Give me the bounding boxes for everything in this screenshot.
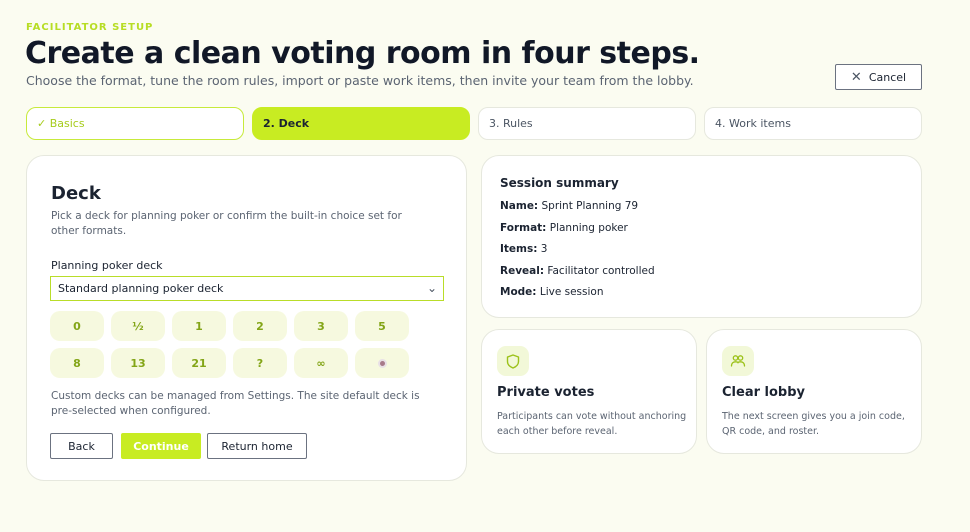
feature-description: Participants can vote without anchoring … [497,411,687,437]
return-home-button[interactable]: Return home [207,433,307,459]
users-icon [722,346,754,376]
eyebrow-label: FACILITATOR SETUP [26,22,154,33]
shield-icon [497,346,529,376]
summary-row-mode: Mode: Live session [500,286,604,298]
step-deck[interactable]: 2. Deck [252,107,470,140]
custom-deck-note: Custom decks can be managed from Setting… [51,390,420,417]
deck-card-13[interactable]: 13 [111,348,165,378]
page-subtitle: Choose the format, tune the room rules, … [26,73,694,88]
summary-row-items: Items: 3 [500,243,547,255]
deck-select[interactable]: Standard planning poker deck ⌄ [50,276,444,301]
deck-card-21[interactable]: 21 [172,348,226,378]
deck-title: Deck [51,183,101,204]
coffee-icon [377,358,387,368]
cancel-label: Cancel [868,70,907,84]
summary-value: 3 [540,243,548,255]
stepper: ✓ Basics 2. Deck 3. Rules 4. Work items [26,107,922,140]
summary-key: Format: [500,222,547,234]
back-button[interactable]: Back [50,433,113,459]
page-title: Create a clean voting room in four steps… [25,36,700,71]
deck-card-question[interactable]: ? [233,348,287,378]
summary-value: Live session [539,286,604,298]
deck-card-infinity[interactable]: ∞ [294,348,348,378]
deck-card-3[interactable]: 3 [294,311,348,341]
summary-row-name: Name: Sprint Planning 79 [500,200,638,212]
summary-key: Reveal: [500,265,545,277]
summary-key: Items: [500,243,538,255]
summary-key: Mode: [500,286,537,298]
chevron-down-icon: ⌄ [426,281,437,295]
deck-card-1[interactable]: 1 [172,311,226,341]
deck-field-label: Planning poker deck [51,259,163,272]
summary-value: Planning poker [549,222,628,234]
step-rules[interactable]: 3. Rules [478,107,696,140]
deck-card-coffee[interactable] [355,348,409,378]
close-icon: ✕ [850,69,862,85]
summary-value: Sprint Planning 79 [541,200,639,212]
deck-card-half[interactable]: ½ [111,311,165,341]
feature-title: Private votes [497,385,595,400]
deck-card-8[interactable]: 8 [50,348,104,378]
feature-description: The next screen gives you a join code, Q… [722,411,905,437]
feature-private-votes: Private votes Participants can vote with… [481,329,697,454]
deck-card-2[interactable]: 2 [233,311,287,341]
summary-value: Facilitator controlled [547,265,655,277]
feature-clear-lobby: Clear lobby The next screen gives you a … [706,329,922,454]
continue-button[interactable]: Continue [121,433,201,459]
cancel-button[interactable]: ✕ Cancel [835,64,922,90]
summary-title: Session summary [500,176,619,190]
step-basics[interactable]: ✓ Basics [26,107,244,140]
deck-description: Pick a deck for planning poker or confir… [51,210,402,237]
deck-card-0[interactable]: 0 [50,311,104,341]
summary-row-format: Format: Planning poker [500,222,628,234]
deck-select-value: Standard planning poker deck [58,282,224,295]
deck-card-5[interactable]: 5 [355,311,409,341]
deck-panel: Deck Pick a deck for planning poker or c… [26,155,467,481]
session-summary-panel: Session summary Name: Sprint Planning 79… [481,155,922,318]
summary-row-reveal: Reveal: Facilitator controlled [500,265,655,277]
summary-key: Name: [500,200,539,212]
step-work-items[interactable]: 4. Work items [704,107,922,140]
feature-title: Clear lobby [722,385,805,400]
